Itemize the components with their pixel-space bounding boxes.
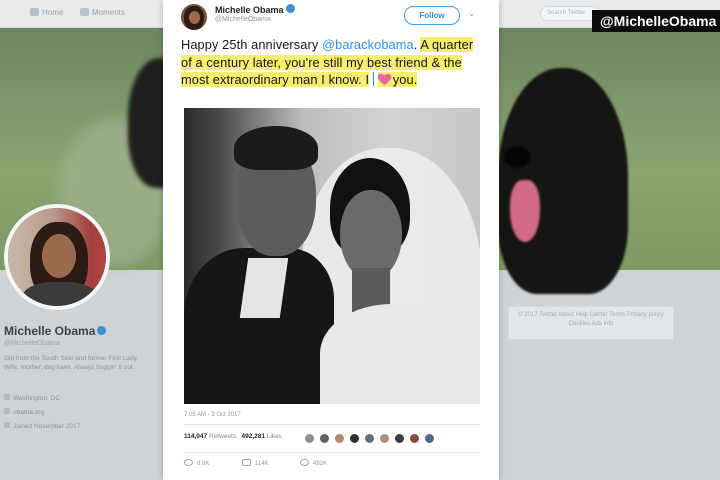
tweet-author-name-text: Michelle Obama: [215, 5, 284, 15]
chevron-down-icon[interactable]: ⌄: [468, 8, 476, 19]
profile-bio: Girl from the South Side and former Firs…: [4, 355, 139, 371]
reply-button[interactable]: 8.9K: [184, 459, 209, 467]
divider: [184, 424, 480, 425]
profile-website-text: obama.org: [13, 409, 45, 416]
photo-bride-face: [340, 190, 402, 280]
verified-badge-icon: [97, 326, 107, 335]
retweets-label: Retweets: [208, 433, 237, 440]
text-cursor: [373, 72, 375, 86]
profile-joined: Joined November 2017: [4, 422, 80, 430]
liker-avatar[interactable]: [379, 433, 390, 444]
photo-bride-dress: [320, 304, 480, 404]
avatar-body: [22, 282, 98, 306]
location-pin-icon: [4, 394, 10, 400]
nav-moments-label: Moments: [92, 8, 125, 17]
likes-label: Likes: [266, 433, 282, 440]
dog-nose: [504, 146, 530, 168]
search-input[interactable]: Search Twitter: [540, 6, 600, 21]
nav-home-label: Home: [42, 8, 64, 17]
retweet-icon: [242, 459, 251, 466]
heart-emoji-icon: [378, 73, 391, 85]
tweet-stats: 114,047 Retweets 492,281 Likes: [184, 433, 282, 440]
tweet-highlighted-end: you.: [377, 72, 418, 87]
likes-count[interactable]: 492,281: [241, 433, 265, 440]
liker-avatar[interactable]: [364, 433, 375, 444]
liker-avatar[interactable]: [319, 433, 330, 444]
profile-location-text: Washington, DC: [13, 395, 61, 402]
calendar-icon: [4, 422, 10, 428]
profile-handle: @MichelleObama: [4, 340, 60, 347]
tweet-text-end: you.: [392, 72, 418, 87]
profile-name-text: Michelle Obama: [4, 324, 96, 338]
tweet-timestamp[interactable]: 7:05 AM - 3 Oct 2017: [184, 412, 241, 418]
retweet-action-count: 114K: [255, 461, 269, 467]
liker-avatar[interactable]: [409, 433, 420, 444]
like-action-count: 492K: [313, 461, 328, 467]
tweet-avatar-face: [189, 11, 200, 24]
tv-chyron: @MichelleObama: [592, 10, 720, 32]
photo-groom-hair: [234, 126, 318, 170]
retweet-button[interactable]: 114K: [242, 459, 269, 467]
likers-avatar-row[interactable]: [304, 433, 444, 445]
tweet-mention-link[interactable]: @barackobama: [322, 37, 414, 52]
like-icon: [300, 459, 309, 466]
photo-groom-collar: [239, 258, 289, 318]
retweets-count[interactable]: 114,047: [184, 433, 207, 440]
reply-icon: [184, 459, 193, 466]
dog-tongue: [510, 180, 540, 242]
tweet-text: Happy 25th anniversary @barackobama. A q…: [181, 36, 483, 89]
divider: [184, 452, 480, 453]
link-icon: [4, 408, 10, 414]
profile-card: Michelle Obama @MichelleObama Girl from …: [0, 310, 165, 480]
liker-avatar[interactable]: [304, 433, 315, 444]
reply-count: 8.9K: [197, 461, 210, 467]
tweet-photo[interactable]: [184, 108, 480, 404]
liker-avatar[interactable]: [424, 433, 435, 444]
dog-right-image: [498, 68, 628, 294]
profile-location: Washington, DC: [4, 394, 60, 402]
home-icon: [30, 8, 39, 16]
avatar-face: [42, 234, 76, 278]
nav-home[interactable]: Home: [30, 8, 63, 17]
tweet-author-handle[interactable]: @MichelleObama: [215, 16, 271, 23]
liker-avatar[interactable]: [394, 433, 405, 444]
follow-button[interactable]: Follow: [404, 6, 460, 25]
footer-links[interactable]: © 2017 Twitter About Help Center Terms P…: [508, 306, 674, 340]
tweet-author-name[interactable]: Michelle Obama: [215, 4, 295, 15]
tweet-card: Michelle Obama @MichelleObama Follow ⌄ H…: [163, 0, 499, 480]
profile-website[interactable]: obama.org: [4, 408, 44, 416]
liker-avatar[interactable]: [349, 433, 360, 444]
verified-badge-icon: [285, 4, 295, 13]
liker-avatar[interactable]: [334, 433, 345, 444]
tweet-actions: 8.9K 114K 492K: [184, 459, 384, 473]
lightning-icon: [80, 8, 89, 16]
like-button[interactable]: 492K: [300, 459, 327, 467]
profile-avatar[interactable]: [4, 204, 110, 310]
nav-moments[interactable]: Moments: [80, 8, 125, 17]
tweet-author-avatar[interactable]: [181, 4, 207, 30]
profile-joined-text: Joined November 2017: [13, 423, 81, 430]
profile-name: Michelle Obama: [4, 324, 107, 338]
tweet-text-start: Happy 25th anniversary: [181, 37, 323, 52]
